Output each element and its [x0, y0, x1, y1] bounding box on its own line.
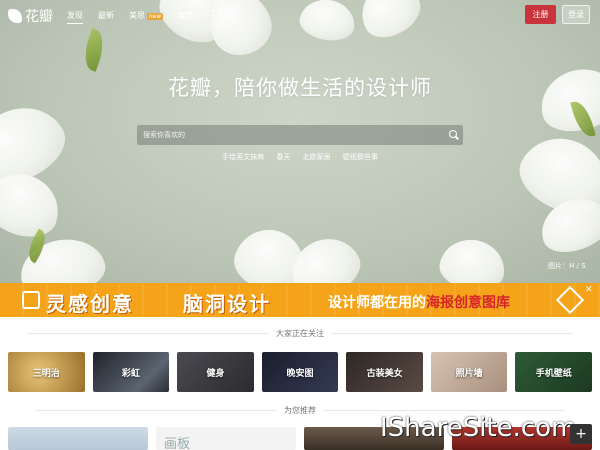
logo-text: 花瓣	[25, 9, 53, 25]
hero-slogan: 花瓣，陪你做生活的设计师	[168, 76, 432, 100]
promo-banner[interactable]: 灵感创意 脑洞设计 设计师都在用的海报创意图库 ✕	[0, 283, 600, 317]
top-nav: 花瓣 发现 最新 美思 new 教育 ••• 注册 登录	[0, 0, 600, 30]
tile-goodnight[interactable]: 晚安图	[261, 352, 339, 392]
banner-headline-2: 脑洞设计	[183, 292, 271, 316]
new-badge: new	[147, 13, 164, 20]
nav-meisi[interactable]: 美思 new	[129, 10, 164, 21]
tile-phone-wallpaper[interactable]: 手机壁纸	[515, 352, 593, 392]
more-menu-icon[interactable]: •••	[210, 6, 231, 17]
login-button[interactable]: 登录	[562, 5, 590, 24]
recommend-card[interactable]: 画板	[156, 427, 296, 450]
petal-decoration	[436, 234, 509, 283]
tile-rainbow[interactable]: 彩虹	[92, 352, 170, 392]
nav-education[interactable]: 教育	[178, 10, 194, 21]
search-input[interactable]	[137, 125, 443, 145]
banner-tagline-highlight: 海报创意图库	[426, 295, 510, 311]
image-credit[interactable]: 图片：H / S	[548, 261, 586, 271]
tile-photo-wall[interactable]: 照片墙	[430, 352, 508, 392]
hot-keyword[interactable]: 手绘英文抹麻	[222, 153, 264, 161]
search-icon[interactable]	[443, 125, 463, 145]
tile-ancient-beauty[interactable]: 古装美女	[346, 352, 423, 392]
leaf-decoration	[78, 28, 110, 72]
nav-discover[interactable]: 发现	[67, 10, 83, 24]
logo[interactable]: 花瓣	[8, 6, 53, 26]
plus-icon[interactable]: +	[570, 424, 592, 444]
close-icon[interactable]: ✕	[585, 285, 593, 295]
register-button[interactable]: 注册	[525, 5, 556, 24]
banner-headline-1: 灵感创意	[46, 292, 134, 316]
watermark-text: IShareSite.com	[380, 413, 577, 443]
page: 花瓣 发现 最新 美思 new 教育 ••• 注册 登录 花瓣，陪你做生活的设计师…	[0, 0, 600, 450]
hot-keywords: 手绘英文抹麻 春天 北欧家居 壁纸那些事	[0, 152, 600, 162]
banner-tagline-prefix: 设计师都在用的	[328, 295, 426, 311]
recommend-card[interactable]	[8, 427, 148, 450]
hot-keyword[interactable]: 北欧家居	[303, 153, 331, 161]
hot-keyword[interactable]: 春天	[276, 153, 290, 161]
petal-decoration	[0, 163, 68, 247]
logo-icon	[8, 9, 22, 23]
hero-banner: 花瓣 发现 最新 美思 new 教育 ••• 注册 登录 花瓣，陪你做生活的设计师…	[0, 0, 600, 283]
tile-fitness[interactable]: 健身	[177, 352, 254, 392]
banner-tagline: 设计师都在用的海报创意图库	[328, 292, 510, 312]
board-label: 画板	[164, 437, 191, 450]
nav-meisi-label: 美思	[129, 11, 145, 20]
following-tiles: 三明治 彩虹 健身 晚安图 古装美女 照片墙 手机壁纸	[8, 352, 593, 392]
nav-latest[interactable]: 最新	[98, 10, 114, 21]
tile-sandwich[interactable]: 三明治	[8, 352, 85, 392]
search-bar	[137, 125, 463, 145]
hot-keyword[interactable]: 壁纸那些事	[343, 153, 378, 161]
following-section-title: 大家正在关注	[0, 328, 600, 339]
pen-tool-icon	[22, 291, 40, 309]
